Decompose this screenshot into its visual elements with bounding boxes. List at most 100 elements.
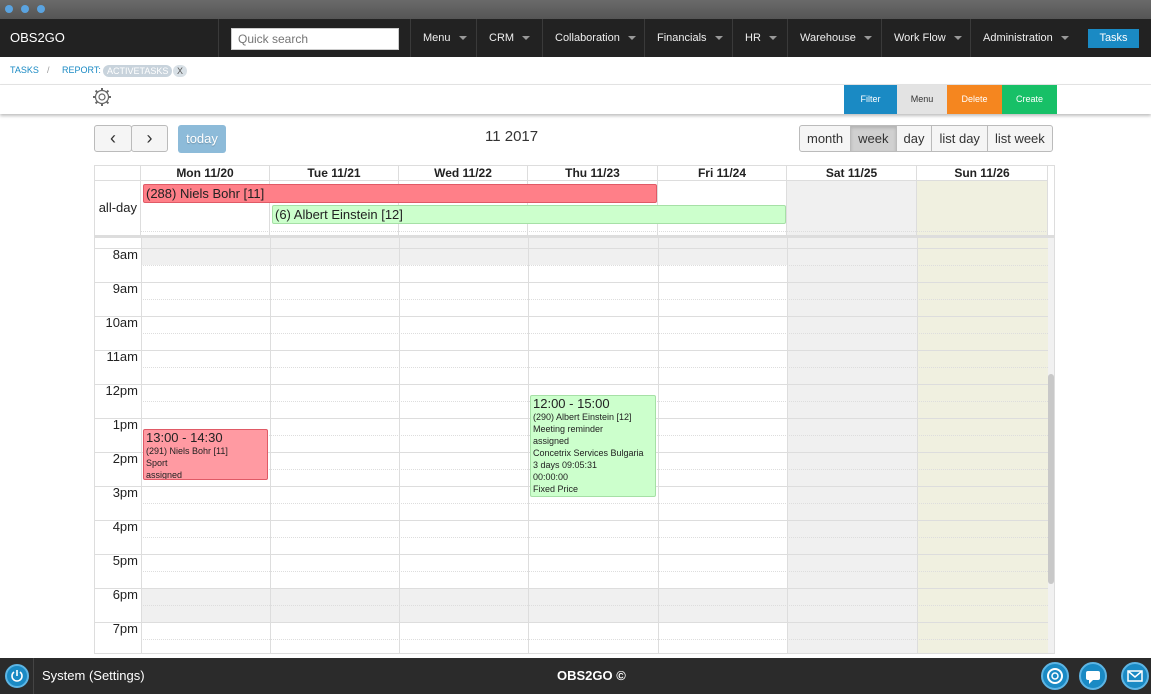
hour-line: [95, 248, 1048, 249]
event-time: 12:00 - 15:00: [533, 396, 610, 411]
event-detail: assigned: [146, 470, 183, 480]
hour-line: [95, 554, 1048, 555]
calendar-scrollbar-thumb[interactable]: [1048, 374, 1054, 584]
time-slots[interactable]: 8am 9am 10am 11am 12pm 1pm 2pm 3pm 4pm 5pm 6pm 7pm 1…: [95, 231, 1049, 653]
day-header-sun: Sun 11/26: [917, 166, 1048, 181]
menu-button[interactable]: Menu: [897, 85, 947, 114]
window-maximize-dot[interactable]: [37, 5, 45, 13]
nav-menu-label: Menu: [423, 32, 451, 44]
today-button[interactable]: today: [178, 125, 226, 153]
footer-divider: [33, 658, 34, 694]
time-label: 11am: [106, 349, 138, 364]
nav-administration[interactable]: Administration: [970, 19, 1078, 57]
half-hour-line: [141, 333, 1048, 334]
power-icon[interactable]: [5, 664, 29, 688]
day-header-mon: Mon 11/20: [141, 166, 270, 181]
nav-crm[interactable]: CRM: [476, 19, 542, 57]
event-detail: Concetrix Services Bulgaria: [533, 448, 644, 458]
caret-down-icon: [522, 36, 531, 41]
view-month-button[interactable]: month: [800, 126, 852, 151]
nav-collaboration[interactable]: Collaboration: [542, 19, 644, 57]
day-header-tue: Tue 11/21: [270, 166, 399, 181]
nav-warehouse[interactable]: Warehouse: [787, 19, 881, 57]
hour-line: [95, 588, 1048, 589]
view-week-button[interactable]: week: [851, 126, 897, 151]
time-label: 4pm: [112, 519, 138, 534]
report-tag-close-button[interactable]: X: [173, 65, 187, 77]
create-button[interactable]: Create: [1002, 85, 1057, 114]
column-line: [270, 238, 271, 653]
day-header-sat: Sat 11/25: [787, 166, 917, 181]
footer-brand: OBS2GO ©: [557, 668, 626, 683]
half-hour-line: [141, 299, 1048, 300]
report-tag[interactable]: ACTIVETASKS: [103, 65, 173, 77]
support-icon[interactable]: [1041, 662, 1069, 690]
caret-down-icon: [768, 36, 777, 41]
nav-work-flow[interactable]: Work Flow: [881, 19, 970, 57]
footer-bar: System (Settings) OBS2GO ©: [0, 658, 1151, 694]
caret-down-icon: [1060, 36, 1069, 41]
hour-line: [95, 350, 1048, 351]
event-detail: (291) Niels Bohr [11]: [146, 446, 228, 456]
view-list-day-button[interactable]: list day: [932, 126, 988, 151]
calendar-event[interactable]: 12:00 - 15:00 (290) Albert Einstein [12] M…: [530, 395, 656, 497]
window-titlebar: [0, 0, 1151, 19]
event-detail: Fixed Price: [533, 484, 579, 494]
mail-icon[interactable]: [1121, 662, 1149, 690]
prev-week-button[interactable]: ‹: [94, 125, 132, 152]
offhours-shade: [141, 238, 787, 265]
window-close-dot[interactable]: [5, 5, 13, 13]
column-line: [917, 238, 918, 653]
action-toolbar: Filter Menu Delete Create: [0, 85, 1151, 114]
half-hour-line: [141, 503, 1048, 504]
gear-icon[interactable]: [92, 87, 112, 107]
event-detail: assigned: [533, 436, 570, 446]
filter-button[interactable]: Filter: [844, 85, 897, 114]
nav-financials[interactable]: Financials: [644, 19, 732, 57]
today-column: [917, 238, 1048, 653]
half-hour-line: [141, 265, 1048, 266]
allday-event[interactable]: (288) Niels Bohr [11]: [143, 184, 657, 203]
nav-administration-label: Administration: [983, 32, 1053, 44]
view-day-button[interactable]: day: [897, 126, 933, 151]
column-line: [141, 238, 142, 653]
nav-menu[interactable]: Menu: [410, 19, 476, 57]
caret-down-icon: [953, 36, 962, 41]
allday-label: all-day: [95, 181, 141, 235]
hour-line: [95, 282, 1048, 283]
next-week-button[interactable]: ›: [131, 125, 168, 152]
breadcrumb-tasks-link[interactable]: TASKS: [10, 65, 39, 75]
window-minimize-dot[interactable]: [21, 5, 29, 13]
event-detail: 3 days 09:05:31: [533, 460, 598, 470]
time-label: 1pm: [112, 417, 138, 432]
nav-hr[interactable]: HR: [732, 19, 787, 57]
half-hour-line: [141, 231, 1048, 232]
delete-button[interactable]: Delete: [947, 85, 1002, 114]
allday-cell[interactable]: [787, 181, 917, 235]
allday-cell-today[interactable]: [917, 181, 1048, 235]
half-hour-line: [141, 639, 1048, 640]
time-label: 10am: [105, 315, 138, 330]
half-hour-line: [141, 367, 1048, 368]
column-line: [399, 238, 400, 653]
time-label: 8am: [112, 247, 138, 262]
day-header-wed: Wed 11/22: [399, 166, 528, 181]
chat-icon[interactable]: [1079, 662, 1107, 690]
hour-line: [95, 384, 1048, 385]
system-settings-link[interactable]: System (Settings): [42, 668, 145, 683]
time-label: 9am: [112, 281, 138, 296]
calendar-title: 11 2017: [485, 128, 539, 145]
brand-logo[interactable]: OBS2GO: [10, 30, 65, 45]
calendar-event[interactable]: 13:00 - 14:30 (291) Niels Bohr [11] Sport a…: [143, 429, 268, 480]
allday-event[interactable]: (6) Albert Einstein [12]: [272, 205, 786, 224]
quick-search-input[interactable]: [231, 28, 399, 50]
tasks-button[interactable]: Tasks: [1088, 29, 1139, 48]
time-label: 3pm: [112, 485, 138, 500]
time-label: 12pm: [105, 383, 138, 398]
view-list-week-button[interactable]: list week: [988, 126, 1052, 151]
half-hour-line: [141, 571, 1048, 572]
day-header-thu: Thu 11/23: [528, 166, 658, 181]
column-line: [787, 238, 788, 653]
nav-divider: [218, 19, 219, 57]
breadcrumb: TASKS / REPORT: ACTIVETASKS X: [0, 57, 1151, 85]
